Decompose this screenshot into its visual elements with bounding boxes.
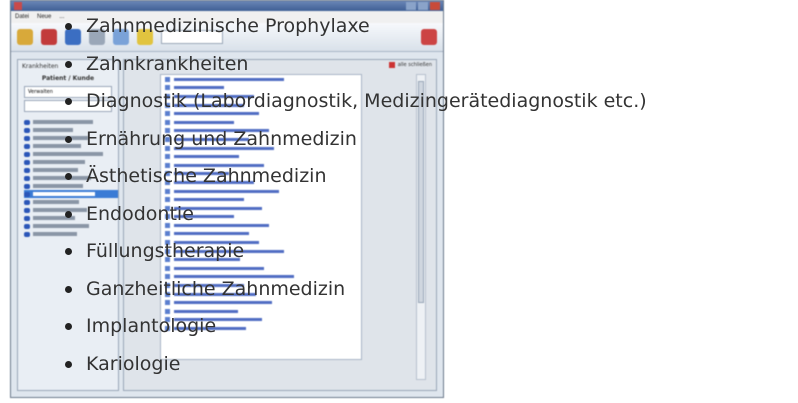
bullet-icon — [65, 60, 72, 68]
menu-item-datei[interactable]: Datei — [15, 14, 29, 20]
book-icon[interactable] — [41, 29, 57, 45]
folder-icon — [24, 151, 30, 157]
list-item-prophylaxe: Zahnmedizinische Prophylaxe — [62, 16, 647, 54]
list-item-implantologie: Implantologie — [62, 316, 647, 354]
bullet-icon — [65, 360, 72, 368]
list-item-label: Diagnostik (Labordiagnostik, Medizingerä… — [86, 90, 647, 112]
bullet-icon — [65, 23, 72, 30]
minimize-button[interactable] — [406, 2, 416, 10]
list-item-label: Zahnmedizinische Prophylaxe — [86, 15, 370, 37]
list-item-label: Kariologie — [86, 352, 181, 375]
folder-icon — [24, 143, 30, 149]
close-button[interactable] — [430, 2, 440, 10]
list-item-diagnostik: Diagnostik (Labordiagnostik, Medizingerä… — [62, 91, 647, 129]
folder-icon — [24, 223, 30, 229]
folder-icon — [24, 183, 30, 189]
folder-icon — [24, 119, 30, 125]
folder-icon — [24, 215, 30, 221]
list-item-kariologie: Kariologie — [62, 354, 647, 392]
folder-icon — [24, 199, 30, 205]
folder-icon — [24, 207, 30, 213]
bullet-icon — [65, 248, 72, 255]
folder-icon — [24, 135, 30, 141]
list-item-label: Ganzheitliche Zahnmedizin — [86, 277, 346, 300]
bullet-icon — [65, 210, 72, 218]
folder-icon — [24, 231, 30, 237]
bullet-icon — [65, 135, 72, 143]
title-bar — [11, 1, 443, 11]
maximize-button[interactable] — [418, 2, 428, 10]
list-item-zahnkrankheiten: Zahnkrankheiten — [62, 54, 647, 92]
list-item-label: Ernährung und Zahnmedizin — [86, 127, 357, 150]
list-item-label: Implantologie — [86, 315, 217, 337]
folder-icon — [24, 159, 30, 165]
folder-icon — [24, 167, 30, 173]
list-item-label: Endodontie — [86, 202, 194, 225]
folder-icon — [24, 191, 30, 197]
list-item-aesthetische: Ästhetische Zahnmedizin — [62, 166, 647, 204]
bullet-icon — [65, 98, 72, 105]
folder-icon — [24, 127, 30, 133]
folder-icon[interactable] — [17, 29, 33, 45]
window-controls — [406, 2, 440, 10]
app-icon — [14, 2, 22, 10]
list-item-ernaehrung: Ernährung und Zahnmedizin — [62, 129, 647, 167]
bullet-icon — [65, 285, 72, 293]
list-item-label: Ästhetische Zahnmedizin — [86, 165, 327, 187]
list-item-label: Zahnkrankheiten — [86, 52, 249, 75]
bullet-icon — [65, 173, 72, 180]
bullet-icon — [65, 323, 72, 330]
menu-item-neue[interactable]: Neue — [37, 14, 51, 20]
list-item-endodontie: Endodontie — [62, 204, 647, 242]
list-item-label: Füllungstherapie — [86, 240, 245, 262]
topic-bullet-list: Zahnmedizinische Prophylaxe Zahnkrankhei… — [62, 16, 647, 391]
list-item-ganzheitliche: Ganzheitliche Zahnmedizin — [62, 279, 647, 317]
list-item-fuellungstherapie: Füllungstherapie — [62, 241, 647, 279]
folder-icon — [24, 175, 30, 181]
